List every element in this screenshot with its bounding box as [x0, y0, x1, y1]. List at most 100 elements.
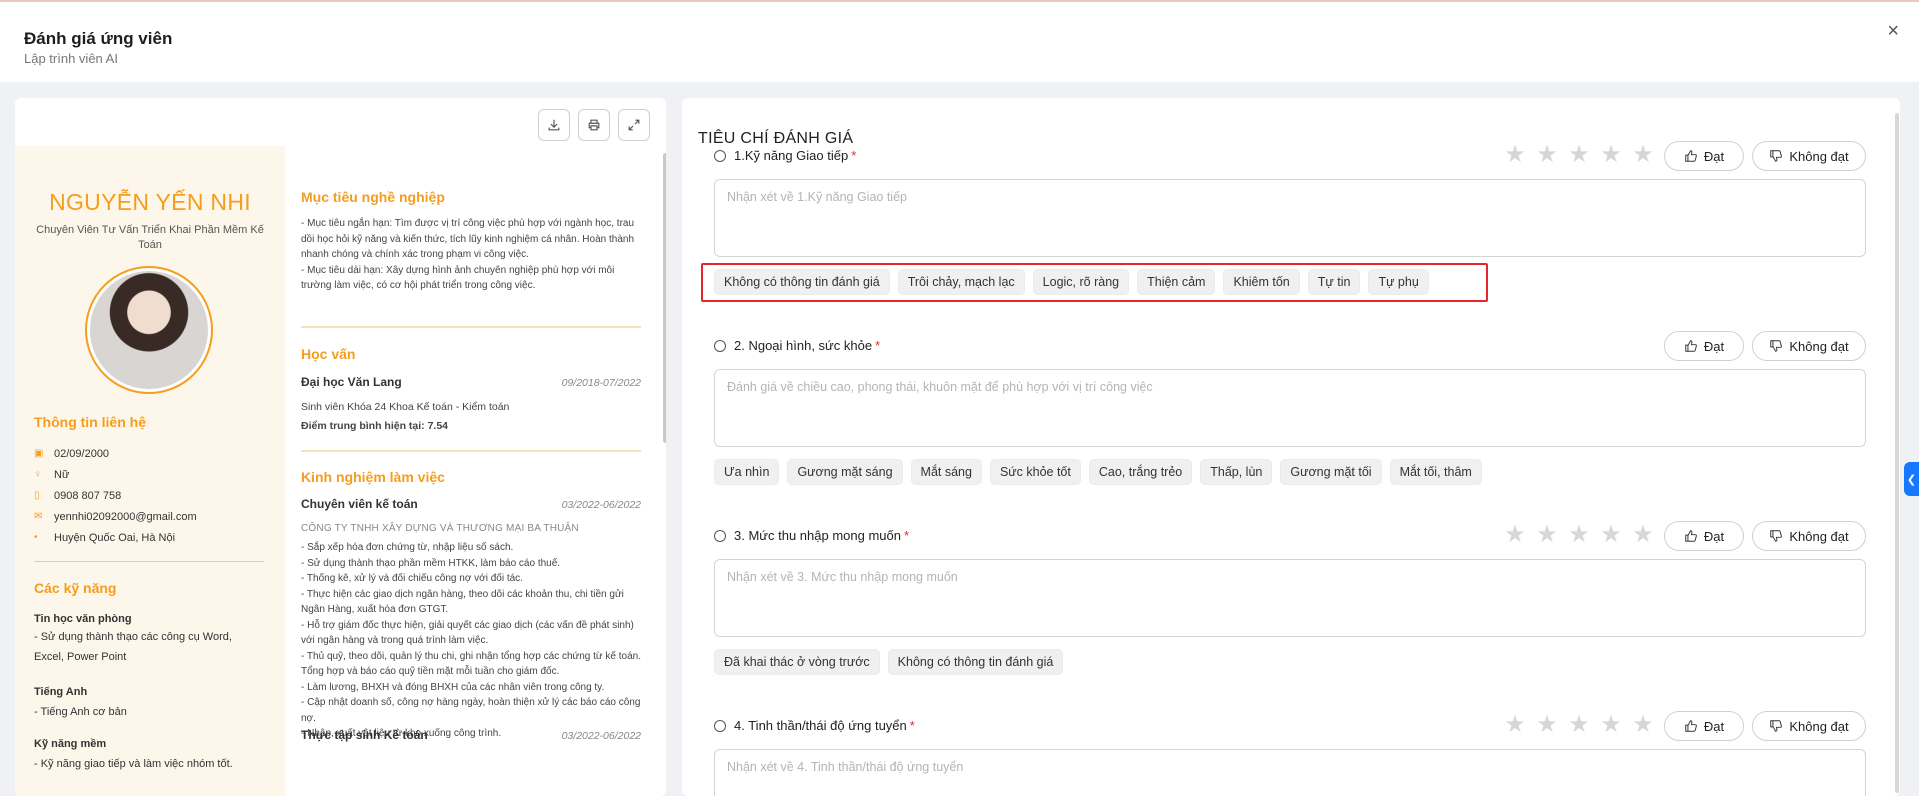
tag-chip[interactable]: Không có thông tin đánh giá: [887, 649, 1064, 675]
experience-row: Chuyên viên kế toán 03/2022-06/2022: [301, 497, 641, 511]
contact-heading: Thông tin liên hệ: [34, 414, 146, 430]
collapse-side-tab[interactable]: ❮: [1904, 462, 1919, 496]
evaluation-scrollbar[interactable]: [1895, 113, 1899, 793]
star-icon[interactable]: ★: [1536, 713, 1558, 737]
criterion-radio[interactable]: [714, 530, 726, 542]
criterion-header: 2. Ngoại hình, sức khỏe * Đạt Không đạt: [714, 331, 1881, 361]
experience-role: Chuyên viên kế toán: [301, 497, 418, 511]
star-rating[interactable]: ★ ★ ★ ★ ★: [1504, 143, 1654, 167]
mail-icon: ✉: [34, 511, 43, 522]
skill-title: Tiếng Anh: [34, 686, 88, 698]
pass-button[interactable]: Đạt: [1664, 521, 1744, 551]
close-icon[interactable]: ×: [1887, 20, 1899, 43]
fail-button[interactable]: Không đạt: [1752, 331, 1866, 361]
contact-dob: ▣ 02/09/2000: [34, 448, 110, 460]
tag-chip[interactable]: Sức khỏe tốt: [989, 459, 1081, 485]
cv-scrollbar[interactable]: [663, 153, 666, 443]
skills-heading: Các kỹ năng: [34, 580, 117, 596]
cv-panel: NGUYỄN YẾN NHI Chuyên Viên Tư Vấn Triển …: [15, 98, 666, 796]
star-icon[interactable]: ★: [1568, 143, 1590, 167]
required-marker: *: [875, 338, 881, 353]
criterion-radio[interactable]: [714, 720, 726, 732]
star-rating[interactable]: ★ ★ ★ ★ ★: [1504, 523, 1654, 547]
star-rating[interactable]: ★ ★ ★ ★ ★: [1504, 713, 1654, 737]
required-marker: *: [903, 528, 910, 543]
tag-chip[interactable]: Gương mặt sáng: [787, 459, 903, 485]
cv-sidebar: NGUYỄN YẾN NHI Chuyên Viên Tư Vấn Triển …: [15, 146, 285, 796]
gender-icon: ♀: [34, 469, 42, 480]
star-icon[interactable]: ★: [1632, 713, 1654, 737]
criterion-header: 3. Mức thu nhập mong muốn * ★ ★ ★ ★ ★ Đạt Không …: [714, 521, 1881, 551]
expand-button[interactable]: [618, 109, 650, 141]
education-detail: Sinh viên Khóa 24 Khoa Kế toán - Kiểm to…: [301, 401, 510, 413]
criterion-comment-input[interactable]: [714, 369, 1866, 447]
criterion-label: 1.Kỹ năng Giao tiếp *: [734, 148, 857, 163]
star-icon[interactable]: ★: [1504, 143, 1526, 167]
criterion-header: 1.Kỹ năng Giao tiếp * ★ ★ ★ ★ ★ Đạt Không đạt: [714, 141, 1881, 171]
expand-icon: [628, 119, 640, 131]
pass-button[interactable]: Đạt: [1664, 331, 1744, 361]
modal-subtitle: Lập trình viên AI: [24, 51, 118, 66]
thumbs-down-icon: [1770, 150, 1783, 162]
experience-company: CÔNG TY TNHH XÂY DỰNG VÀ THƯƠNG MẠI BA T…: [301, 523, 579, 534]
fail-button[interactable]: Không đạt: [1752, 521, 1866, 551]
star-icon[interactable]: ★: [1632, 143, 1654, 167]
star-icon[interactable]: ★: [1632, 523, 1654, 547]
star-icon[interactable]: ★: [1536, 523, 1558, 547]
skill-title: Tin học văn phòng: [34, 613, 132, 625]
criterion-comment-input[interactable]: [714, 179, 1866, 257]
criterion-comment-input[interactable]: [714, 749, 1866, 796]
highlight-box: [701, 263, 1488, 302]
skill-desc: - Sử dụng thành thạo các công cụ Word, E…: [34, 631, 232, 663]
criterion-tags: Ưa nhìn Gương mặt sáng Mắt sáng Sức khỏe tố…: [714, 459, 1482, 485]
fail-button[interactable]: Không đạt: [1752, 141, 1866, 171]
star-icon[interactable]: ★: [1504, 523, 1526, 547]
school-name: Đại học Văn Lang: [301, 375, 402, 389]
pass-button[interactable]: Đạt: [1664, 711, 1744, 741]
experience-period: 03/2022-06/2022: [561, 730, 641, 742]
star-icon[interactable]: ★: [1504, 713, 1526, 737]
tag-chip[interactable]: Đã khai thác ở vòng trước: [714, 649, 880, 675]
tag-chip[interactable]: Cao, trắng trẻo: [1088, 459, 1193, 485]
star-icon[interactable]: ★: [1568, 523, 1590, 547]
location-icon: •: [34, 532, 38, 543]
contact-gender: ♀ Nữ: [34, 469, 70, 481]
star-icon[interactable]: ★: [1600, 713, 1622, 737]
divider: [301, 450, 641, 452]
criterion-comment-input[interactable]: [714, 559, 1866, 637]
divider: [34, 561, 264, 562]
tag-chip[interactable]: Ưa nhìn: [714, 459, 780, 485]
thumbs-up-icon: [1685, 720, 1697, 732]
star-icon[interactable]: ★: [1600, 143, 1622, 167]
criterion-label: 4. Tinh thần/thái độ ứng tuyển *: [734, 718, 915, 733]
required-marker: *: [909, 718, 915, 733]
download-icon: [548, 119, 560, 131]
pass-button[interactable]: Đạt: [1664, 141, 1744, 171]
tag-chip[interactable]: Gương mặt tối: [1280, 459, 1382, 485]
download-button[interactable]: [538, 109, 570, 141]
experience-row: Thực tập sinh Kế toán 03/2022-06/2022: [301, 728, 641, 742]
chevron-left-icon: ❮: [1906, 473, 1917, 486]
thumbs-up-icon: [1685, 340, 1697, 352]
thumbs-down-icon: [1770, 720, 1783, 732]
candidate-name: NGUYỄN YẾN NHI: [49, 189, 251, 215]
contact-phone: ▯ 0908 807 758: [34, 490, 122, 502]
tag-chip[interactable]: Thấp, lùn: [1200, 459, 1273, 485]
star-icon[interactable]: ★: [1600, 523, 1622, 547]
fail-button[interactable]: Không đạt: [1752, 711, 1866, 741]
criterion-label: 3. Mức thu nhập mong muốn *: [734, 528, 910, 543]
skill-title: Kỹ năng mềm: [34, 738, 107, 750]
star-icon[interactable]: ★: [1568, 713, 1590, 737]
objective-text: - Mục tiêu ngắn hạn: Tìm được vị trí côn…: [301, 218, 635, 291]
criterion-radio[interactable]: [714, 340, 726, 352]
contact-address: • Huyện Quốc Oai, Hà Nội: [34, 532, 176, 544]
printer-icon: [588, 119, 600, 131]
tag-chip[interactable]: Mắt tối, thâm: [1389, 459, 1482, 485]
star-icon[interactable]: ★: [1536, 143, 1558, 167]
tag-chip[interactable]: Mắt sáng: [910, 459, 982, 485]
thumbs-up-icon: [1685, 530, 1697, 542]
criterion-radio[interactable]: [714, 150, 726, 162]
required-marker: *: [851, 148, 857, 163]
criterion-header: 4. Tinh thần/thái độ ứng tuyển * ★ ★ ★ ★ ★ Đạt K…: [714, 711, 1881, 741]
print-button[interactable]: [578, 109, 610, 141]
